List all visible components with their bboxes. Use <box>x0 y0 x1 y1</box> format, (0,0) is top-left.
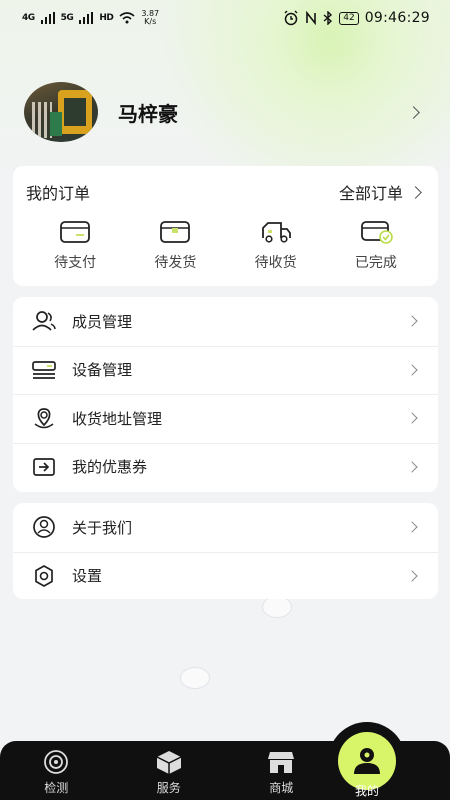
tab-label: 检测 <box>44 781 69 795</box>
orders-title: 我的订单 <box>26 184 91 203</box>
menu-item-devices[interactable]: 设备管理 <box>13 345 438 395</box>
bluetooth-icon <box>323 11 333 25</box>
order-completed[interactable]: 已完成 <box>331 218 421 272</box>
menu-group-about: 关于我们 设置 <box>13 503 438 599</box>
speed-unit: K/s <box>144 17 157 26</box>
location-icon <box>31 405 57 431</box>
chevron-right-icon <box>406 461 418 473</box>
order-label: 待收货 <box>254 255 297 271</box>
tab-store[interactable]: 商城 <box>225 741 338 800</box>
user-circle-icon <box>31 514 57 540</box>
chevron-right-icon <box>407 105 420 119</box>
battery-indicator: 42 <box>339 11 359 25</box>
chevron-right-icon <box>406 570 418 582</box>
coupon-icon <box>31 454 57 480</box>
chevron-right-icon <box>406 364 418 376</box>
members-icon <box>31 308 57 334</box>
signal-5g-icon: 5G <box>60 12 74 23</box>
username: 马梓豪 <box>118 101 178 126</box>
menu-item-settings[interactable]: 设置 <box>13 551 438 601</box>
menu-item-about[interactable]: 关于我们 <box>13 503 438 552</box>
all-orders-label: 全部订单 <box>338 184 403 203</box>
hd-icon: HD <box>99 12 114 23</box>
tab-detect[interactable]: 检测 <box>0 741 113 800</box>
status-bar: 4G 5G HD 3.87 K/s 42 09:46:29 <box>0 0 450 36</box>
box-icon <box>156 751 182 774</box>
detect-icon <box>44 750 69 774</box>
status-time: 09:46:29 <box>364 10 430 26</box>
menu-item-coupons[interactable]: 我的优惠券 <box>13 442 438 492</box>
tab-label: 商城 <box>269 781 294 795</box>
nfc-icon <box>306 11 317 25</box>
menu-label: 关于我们 <box>72 518 133 537</box>
person-icon <box>354 748 380 774</box>
network-speed: 3.87 K/s <box>141 10 159 26</box>
alarm-icon <box>284 10 298 26</box>
decorative-bubble <box>180 667 210 689</box>
truck-icon <box>261 222 291 243</box>
wifi-icon <box>119 12 135 24</box>
menu-item-members[interactable]: 成员管理 <box>13 297 438 346</box>
signal-4g-icon: 4G <box>22 12 35 23</box>
package-icon <box>160 221 191 243</box>
my-orders-card: 我的订单 全部订单 待支付 待发货 待收货 已完成 <box>13 166 438 286</box>
menu-label: 设置 <box>72 567 103 586</box>
menu-group-management: 成员管理 设备管理 收货地址管理 我的优惠券 <box>13 297 438 492</box>
profile-header[interactable]: 马梓豪 <box>24 82 424 142</box>
menu-label: 我的优惠券 <box>72 458 148 477</box>
signal-bars-icon <box>40 12 55 24</box>
avatar[interactable] <box>24 82 98 142</box>
settings-icon <box>31 563 57 589</box>
all-orders-link[interactable]: 全部订单 <box>338 180 422 204</box>
store-icon <box>268 752 295 773</box>
chevron-right-icon <box>406 521 418 533</box>
tab-label-mine: 我的 <box>354 784 379 798</box>
order-pending-payment[interactable]: 待支付 <box>30 218 120 272</box>
device-icon <box>31 357 57 383</box>
wallet-icon <box>60 221 91 243</box>
tab-service[interactable]: 服务 <box>113 741 226 800</box>
order-pending-shipment[interactable]: 待发货 <box>130 218 220 272</box>
order-label: 待支付 <box>54 255 97 271</box>
menu-label: 收货地址管理 <box>72 409 163 428</box>
menu-label: 成员管理 <box>72 312 133 331</box>
chevron-right-icon <box>409 185 422 199</box>
chevron-right-icon <box>406 315 418 327</box>
signal-bars-icon-2 <box>79 12 94 24</box>
order-label: 已完成 <box>354 255 397 271</box>
menu-item-address[interactable]: 收货地址管理 <box>13 394 438 443</box>
chevron-right-icon <box>406 412 418 424</box>
menu-label: 设备管理 <box>72 361 133 380</box>
order-pending-receipt[interactable]: 待收货 <box>231 218 321 272</box>
order-label: 待发货 <box>154 255 197 271</box>
card-check-icon <box>360 221 393 244</box>
tab-label: 服务 <box>156 781 181 795</box>
